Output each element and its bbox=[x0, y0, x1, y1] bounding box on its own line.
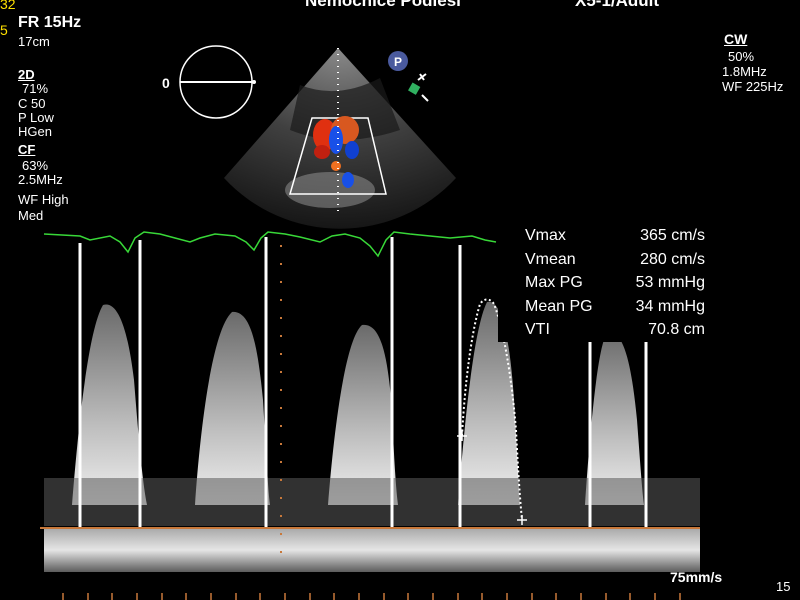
angle-indicator bbox=[179, 45, 256, 119]
probe-orientation-icon: P bbox=[388, 51, 408, 71]
measurement-panel: Vmax 365 cm/s Vmean 280 cm/s Max PG 53 mmHg… bbox=[498, 224, 716, 342]
measurement-row: Mean PG 34 mmHg bbox=[525, 297, 705, 315]
time-scale bbox=[62, 593, 681, 600]
transducer-icon bbox=[408, 73, 429, 102]
sweep-speed: 75mm/s bbox=[670, 569, 723, 585]
svg-text:P: P bbox=[394, 55, 402, 69]
measurement-row: Max PG 53 mmHg bbox=[525, 274, 705, 291]
ecg-trace bbox=[43, 231, 497, 258]
measurement-row: VTI 70.8 cm bbox=[525, 321, 705, 338]
measurement-row: Vmax 365 cm/s bbox=[525, 227, 705, 244]
measurement-row: Vmean 280 cm/s bbox=[525, 250, 705, 268]
corner-index-bottom: 15 bbox=[776, 579, 791, 594]
